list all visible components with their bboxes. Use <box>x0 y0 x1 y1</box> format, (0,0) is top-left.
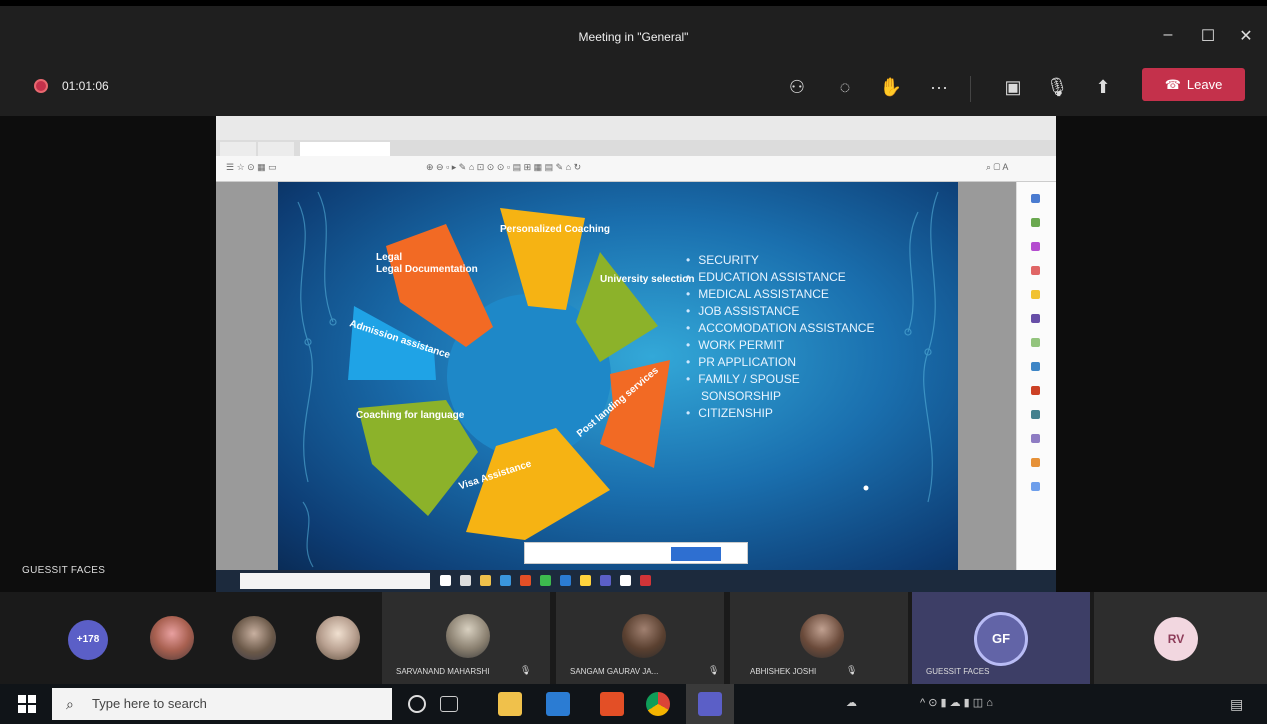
teams-icon[interactable] <box>698 692 722 716</box>
participant-name: SARVANAND MAHARSHI <box>396 667 490 676</box>
shared-tab <box>220 142 256 156</box>
leave-button[interactable]: ☎ Leave <box>1142 68 1245 101</box>
participant-avatar[interactable] <box>316 616 360 660</box>
wheel-label: University selection <box>600 274 694 285</box>
muted-icon: 🎙 <box>520 665 532 675</box>
stop-sharing-button[interactable] <box>671 547 721 561</box>
shared-tab <box>258 142 294 156</box>
participant-initials: GF <box>974 612 1028 666</box>
wheel-label: Legal <box>376 252 402 263</box>
services-bullet-list: SECURITY EDUCATION ASSISTANCE MEDICAL AS… <box>686 252 874 422</box>
chrome-icon[interactable] <box>646 692 670 716</box>
participant-avatar <box>622 614 666 658</box>
bullet-item: JOB ASSISTANCE <box>686 303 874 320</box>
title-bar: Meeting in "General" – ☐ ✕ <box>0 0 1267 62</box>
bullet-item: EDUCATION ASSISTANCE <box>686 269 874 286</box>
minimize-icon[interactable]: – <box>1158 26 1178 44</box>
shared-toolbar: ☰ ☆ ⊙ ▦ ▭ ⊕ ⊖ ▫ ▸ ✎ ⌂ ⊡ ⊙ ⊙ ▫ ▤ ⊞ ▦ ▤ ✎ … <box>216 156 1056 182</box>
bullet-item: SECURITY <box>686 252 874 269</box>
stage-padding-right <box>1056 116 1267 592</box>
more-participants-button[interactable]: +178 <box>68 620 108 660</box>
taskbar-search-box[interactable]: ⌕ Type here to search <box>52 688 392 720</box>
recording-icon <box>34 79 48 93</box>
bullet-item: CITIZENSHIP <box>686 405 874 422</box>
cortana-icon[interactable] <box>408 695 426 713</box>
mail-icon[interactable] <box>546 692 570 716</box>
weather-icon[interactable]: ☁ <box>846 696 857 709</box>
participant-name: SANGAM GAURAV JA... <box>570 667 659 676</box>
bullet-item-continued: SONSORSHIP <box>701 389 782 403</box>
search-icon: ⌕ <box>66 696 74 712</box>
participant-initials: RV <box>1154 617 1198 661</box>
presentation-slide: Legal Legal Documentation Personalized C… <box>278 182 958 570</box>
window-title: Meeting in "General" <box>578 30 689 44</box>
shared-tab-active <box>300 142 390 156</box>
participant-avatar <box>446 614 490 658</box>
bullet-item: PR APPLICATION <box>686 354 874 371</box>
presenter-name: GUESSIT FACES <box>22 565 106 576</box>
meeting-timer: 01:01:06 <box>62 79 109 93</box>
taskbar-search-placeholder: Type here to search <box>92 696 207 711</box>
document-margin-right <box>958 182 1016 570</box>
meeting-toolbar: 01:01:06 ⚇ ◌ ✋ ··· ▣ 🎙 ⬆ ☎ Leave <box>0 62 1267 116</box>
task-view-icon[interactable] <box>440 696 458 712</box>
participant-name: ABHISHEK JOSHI <box>750 667 817 676</box>
windows-taskbar: ⌕ Type here to search ☁ ^ ⊙ ▮ ☁ ▮ ◫ ⌂ ▤ <box>0 684 1267 724</box>
shared-sidebar <box>1016 182 1056 572</box>
phone-icon: ☎ <box>1164 76 1181 92</box>
office-icon[interactable] <box>600 692 624 716</box>
document-margin-left <box>216 182 278 570</box>
participants-icon[interactable]: ⚇ <box>784 74 810 100</box>
participant-avatar[interactable] <box>150 616 194 660</box>
stage-padding-left <box>0 116 216 592</box>
mic-off-icon[interactable]: 🎙 <box>1044 74 1070 100</box>
raise-hand-icon[interactable]: ✋ <box>878 74 904 100</box>
bullet-item: WORK PERMIT <box>686 337 874 354</box>
muted-icon: 🎙 <box>846 665 858 675</box>
bullet-item: ACCOMODATION ASSISTANCE <box>686 320 874 337</box>
sharing-notification <box>524 542 748 564</box>
segment-legal-documentation <box>386 224 493 347</box>
shared-tabs <box>216 140 1056 156</box>
wheel-label: Legal Documentation <box>376 264 478 275</box>
wheel-label: Coaching for language <box>356 410 465 421</box>
shared-taskbar-search <box>240 573 430 589</box>
shared-taskbar <box>216 570 1056 592</box>
wheel-label: Personalized Coaching <box>500 224 610 235</box>
toolbar-divider <box>970 76 971 102</box>
more-actions-icon[interactable]: ··· <box>926 74 952 100</box>
participant-name: GUESSIT FACES <box>926 667 990 676</box>
leave-button-label: Leave <box>1186 77 1223 92</box>
system-tray-icons[interactable]: ^ ⊙ ▮ ☁ ▮ ◫ ⌂ <box>920 696 993 709</box>
chat-icon[interactable]: ◌ <box>832 74 858 100</box>
close-icon[interactable]: ✕ <box>1236 26 1256 46</box>
shared-screen[interactable]: ☰ ☆ ⊙ ▦ ▭ ⊕ ⊖ ▫ ▸ ✎ ⌂ ⊡ ⊙ ⊙ ▫ ▤ ⊞ ▦ ▤ ✎ … <box>216 116 1056 592</box>
windows-start-icon[interactable] <box>18 695 36 713</box>
shared-menu-bar <box>216 128 1056 140</box>
share-screen-icon[interactable]: ⬆ <box>1090 74 1116 100</box>
bullet-item: MEDICAL ASSISTANCE <box>686 286 874 303</box>
file-explorer-icon[interactable] <box>498 692 522 716</box>
shared-window-titlebar <box>216 116 1056 128</box>
participant-avatar[interactable] <box>232 616 276 660</box>
participant-avatar <box>800 614 844 658</box>
maximize-icon[interactable]: ☐ <box>1198 26 1218 46</box>
bullet-item: FAMILY / SPOUSE <box>686 371 874 388</box>
camera-off-icon[interactable]: ▣ <box>1000 74 1026 100</box>
notifications-icon[interactable]: ▤ <box>1230 696 1243 713</box>
muted-icon: 🎙 <box>708 665 720 675</box>
